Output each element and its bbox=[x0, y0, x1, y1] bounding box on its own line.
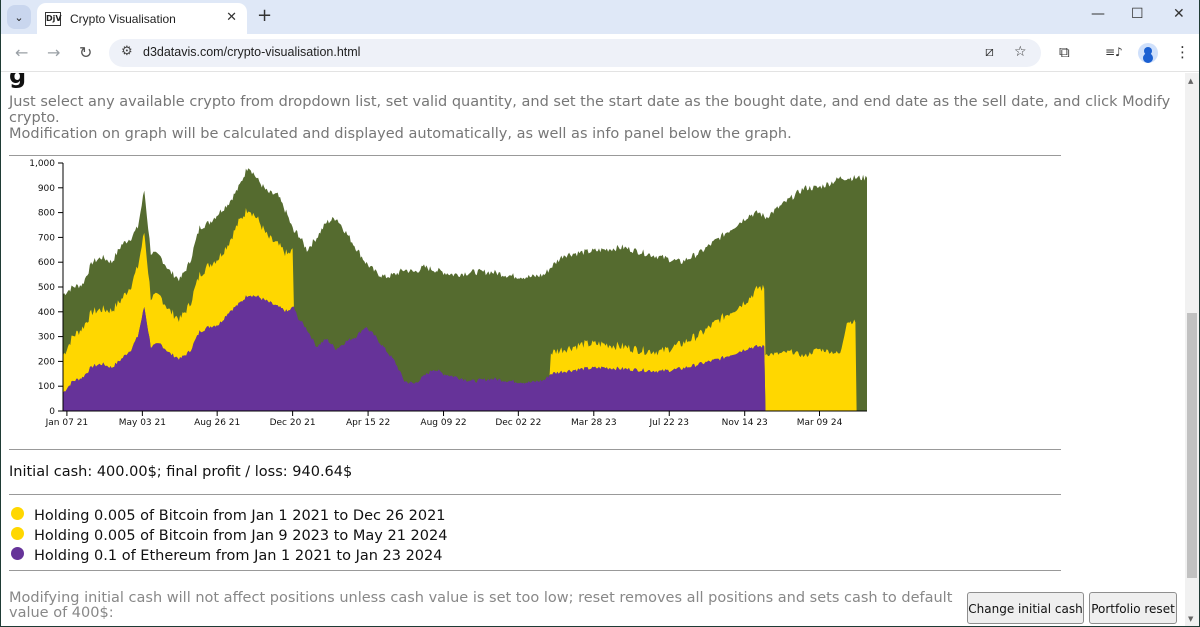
window-close-icon[interactable]: ✕ bbox=[1173, 6, 1185, 22]
x-tick-label: Mar 28 23 bbox=[571, 418, 617, 428]
x-tick-label: Nov 14 23 bbox=[722, 418, 768, 428]
tab-title: Crypto Visualisation bbox=[70, 11, 176, 26]
position-text: Holding 0.005 of Bitcoin from Jan 1 2021… bbox=[34, 508, 446, 524]
position-color-dot bbox=[11, 506, 24, 520]
intro-text: Just select any available crypto from dr… bbox=[9, 94, 1179, 142]
page-scrollbar[interactable]: ▲ ▼ bbox=[1185, 73, 1199, 626]
tab-crypto-visualisation[interactable]: DjV Crypto Visualisation ✕ bbox=[37, 3, 247, 34]
extensions-icon[interactable]: ⧉ bbox=[1059, 43, 1070, 61]
media-control-icon[interactable]: ≡♪ bbox=[1105, 45, 1123, 59]
tab-search-button[interactable]: ⌄ bbox=[7, 5, 31, 29]
profit-summary: Initial cash: 400.00$; final profit / lo… bbox=[9, 464, 353, 480]
position-item: Holding 0.005 of Bitcoin from Jan 9 2023… bbox=[11, 526, 447, 546]
portfolio-reset-button[interactable]: Portfolio reset bbox=[1089, 592, 1177, 624]
y-tick-label: 500 bbox=[38, 283, 55, 293]
position-text: Holding 0.005 of Bitcoin from Jan 9 2023… bbox=[34, 528, 448, 544]
divider bbox=[9, 449, 1061, 450]
change-initial-cash-button[interactable]: Change initial cash bbox=[967, 592, 1084, 624]
maximize-icon[interactable]: ☐ bbox=[1131, 6, 1144, 22]
x-tick-label: May 03 21 bbox=[119, 418, 166, 428]
position-text: Holding 0.1 of Ethereum from Jan 1 2021 … bbox=[34, 548, 443, 564]
y-tick-label: 900 bbox=[38, 184, 55, 194]
y-tick-label: 100 bbox=[38, 382, 55, 392]
x-tick-label: Aug 09 22 bbox=[420, 418, 466, 428]
menu-icon[interactable]: ⋮ bbox=[1175, 43, 1190, 61]
portfolio-area-chart: 0 100 200 300 400 500 600 700 800 900 1,000 Jan 07… bbox=[29, 159, 867, 428]
x-tick-label: Jan 07 21 bbox=[45, 418, 89, 428]
new-tab-button[interactable]: + bbox=[257, 5, 272, 26]
page-content: g Just select any available crypto from … bbox=[1, 73, 1185, 626]
reload-icon[interactable]: ↻ bbox=[79, 43, 92, 62]
intro-line-1: Just select any available crypto from dr… bbox=[9, 94, 1171, 126]
y-tick-label: 300 bbox=[38, 333, 55, 343]
bookmark-star-icon[interactable]: ☆ bbox=[1014, 44, 1027, 60]
intro-line-2: Modification on graph will be calculated… bbox=[9, 126, 792, 142]
position-color-dot bbox=[11, 546, 24, 560]
minimize-icon[interactable]: — bbox=[1091, 6, 1105, 22]
scroll-down-icon[interactable]: ▼ bbox=[1188, 615, 1193, 623]
y-tick-label: 800 bbox=[38, 209, 55, 219]
x-tick-label: Aug 26 21 bbox=[194, 418, 240, 428]
browser-toolbar: ← → ↻ ⚙ d3datavis.com/crypto-visualisati… bbox=[1, 34, 1199, 72]
scroll-up-icon[interactable]: ▲ bbox=[1188, 77, 1193, 85]
divider bbox=[9, 155, 1061, 156]
back-icon[interactable]: ← bbox=[15, 43, 28, 62]
position-color-dot bbox=[11, 526, 24, 540]
profile-avatar-icon[interactable] bbox=[1138, 43, 1158, 63]
y-tick-label: 200 bbox=[38, 357, 55, 367]
y-tick-label: 600 bbox=[38, 258, 55, 268]
x-tick-label: Apr 15 22 bbox=[346, 418, 390, 428]
positions-list: Holding 0.005 of Bitcoin from Jan 1 2021… bbox=[11, 506, 447, 566]
y-tick-label: 700 bbox=[38, 233, 55, 243]
scroll-thumb[interactable] bbox=[1187, 313, 1197, 578]
chevron-down-icon: ⌄ bbox=[14, 10, 24, 24]
url-text[interactable]: d3datavis.com/crypto-visualisation.html bbox=[143, 45, 360, 59]
tab-bar: ⌄ DjV Crypto Visualisation ✕ + — ☐ ✕ bbox=[1, 0, 1199, 34]
close-tab-icon[interactable]: ✕ bbox=[226, 10, 237, 25]
forward-icon[interactable]: → bbox=[47, 43, 60, 62]
x-tick-label: Dec 20 21 bbox=[270, 418, 316, 428]
y-tick-label: 0 bbox=[49, 407, 55, 417]
site-favicon-icon: DjV bbox=[45, 11, 62, 26]
divider bbox=[9, 494, 1061, 495]
x-tick-label: Mar 09 24 bbox=[797, 418, 843, 428]
browser-window: ⌄ DjV Crypto Visualisation ✕ + — ☐ ✕ ← →… bbox=[1, 0, 1199, 626]
position-item: Holding 0.005 of Bitcoin from Jan 1 2021… bbox=[11, 506, 447, 526]
divider bbox=[9, 570, 1061, 571]
cash-note: Modifying initial cash will not affect p… bbox=[9, 590, 953, 621]
address-bar[interactable]: ⚙ d3datavis.com/crypto-visualisation.htm… bbox=[109, 39, 1041, 67]
cast-off-icon[interactable]: ⧄ bbox=[985, 44, 994, 60]
y-tick-label: 1,000 bbox=[29, 159, 55, 169]
y-tick-label: 400 bbox=[38, 308, 55, 318]
x-tick-label: Jul 22 23 bbox=[649, 418, 690, 428]
position-item: Holding 0.1 of Ethereum from Jan 1 2021 … bbox=[11, 546, 447, 566]
site-info-icon[interactable]: ⚙ bbox=[121, 44, 133, 59]
x-tick-label: Dec 02 22 bbox=[495, 418, 541, 428]
page-heading-partial: g bbox=[9, 73, 27, 89]
